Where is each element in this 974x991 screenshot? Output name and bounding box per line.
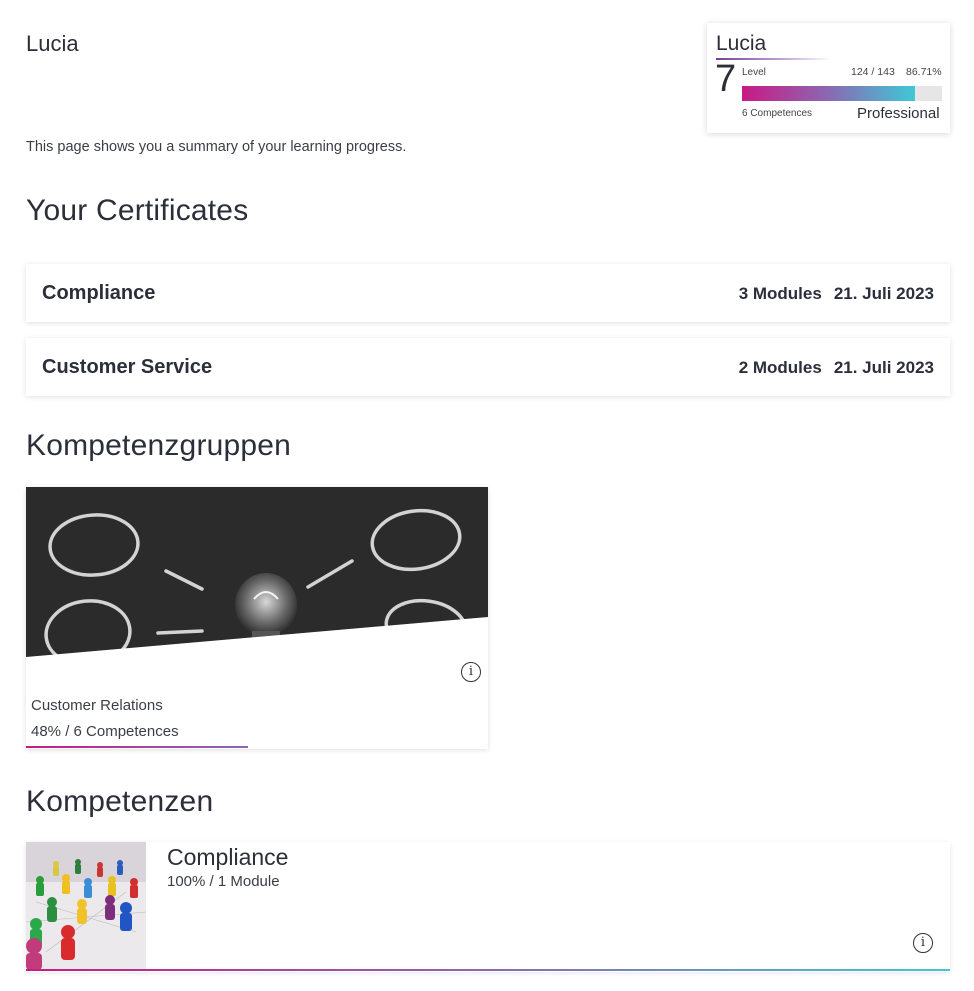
level-points: 124 / 143 — [851, 66, 895, 78]
competence-progress-bar — [26, 969, 950, 971]
certificate-title: Customer Service — [42, 356, 213, 378]
game-pieces-image — [26, 842, 146, 970]
level-rank: Professional — [857, 105, 940, 122]
level-card-user-name: Lucia — [716, 32, 767, 55]
certificate-modules: 3 Modules — [738, 284, 822, 303]
page-user-name: Lucia — [26, 31, 79, 56]
level-progress-fill — [742, 86, 916, 101]
competence-group-card[interactable]: i Customer Relations 48% / 6 Competences — [26, 487, 488, 749]
certificate-card[interactable]: Customer Service 2 Modules 21. Juli 2023 — [26, 338, 950, 396]
certificate-meta: 2 Modules 21. Juli 2023 — [739, 358, 934, 378]
certificate-date: 21. Juli 2023 — [833, 284, 934, 303]
level-number: 7 — [715, 58, 737, 100]
level-progress-bar — [742, 86, 942, 101]
group-progress-fill — [26, 746, 248, 748]
certificate-meta: 3 Modules 21. Juli 2023 — [739, 284, 934, 304]
level-percent: 86.71% — [906, 66, 942, 78]
group-progress-text: 48% / 6 Competences — [31, 723, 179, 740]
level-label: Level — [742, 67, 766, 78]
competences-heading: Kompetenzen — [26, 785, 214, 818]
info-icon[interactable]: i — [913, 933, 933, 953]
certificate-title: Compliance — [42, 282, 156, 304]
certificate-date: 21. Juli 2023 — [833, 358, 934, 377]
info-icon[interactable]: i — [461, 662, 481, 682]
groups-heading: Kompetenzgruppen — [26, 429, 292, 462]
competence-title: Compliance — [167, 844, 289, 870]
competence-card[interactable]: Compliance 100% / 1 Module i — [26, 842, 950, 972]
competence-progress-text: 100% / 1 Module — [167, 873, 280, 890]
competence-progress-fill — [26, 969, 950, 971]
certificates-heading: Your Certificates — [26, 194, 249, 227]
group-progress-bar — [26, 746, 488, 748]
intro-text: This page shows you a summary of your le… — [26, 139, 407, 155]
certificate-modules: 2 Modules — [738, 358, 822, 377]
certificate-card[interactable]: Compliance 3 Modules 21. Juli 2023 — [26, 264, 950, 322]
group-title: Customer Relations — [31, 697, 163, 714]
chalkboard-lightbulb-image — [26, 487, 488, 657]
level-competences-count: 6 Competences — [742, 108, 813, 119]
level-card[interactable]: Lucia 7 Level 124 / 143 86.71% 6 Compete… — [707, 23, 950, 133]
